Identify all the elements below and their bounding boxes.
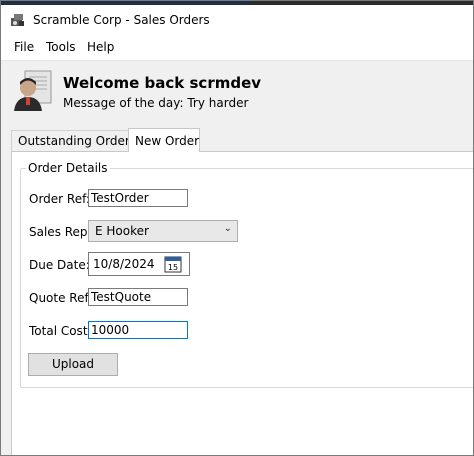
order-ref-input[interactable]: TestOrder bbox=[88, 189, 188, 207]
chevron-down-icon: ⌄ bbox=[223, 223, 232, 234]
app-window: Scramble Corp - Sales Orders File Tools … bbox=[0, 0, 474, 456]
menu-bar: File Tools Help bbox=[1, 35, 473, 61]
sales-rep-select[interactable]: E Hooker ⌄ bbox=[88, 220, 238, 242]
app-icon bbox=[11, 14, 24, 26]
quote-ref-label: Quote Ref: bbox=[29, 291, 93, 305]
quote-ref-input[interactable]: TestQuote bbox=[88, 288, 188, 306]
order-ref-label: Order Ref: bbox=[29, 192, 90, 206]
due-date-label: Due Date: bbox=[29, 258, 90, 272]
title-bar[interactable]: Scramble Corp - Sales Orders bbox=[1, 5, 473, 35]
total-cost-label: Total Cost: bbox=[29, 324, 92, 338]
tab-outstanding-orders[interactable]: Outstanding Orders bbox=[11, 130, 136, 151]
welcome-header: Welcome back scrmdev Message of the day:… bbox=[1, 61, 473, 127]
tab-new-order[interactable]: New Order bbox=[128, 128, 200, 152]
calendar-icon[interactable]: 15 bbox=[164, 255, 182, 273]
group-title: Order Details bbox=[26, 161, 110, 175]
svg-text:15: 15 bbox=[168, 263, 178, 272]
upload-button[interactable]: Upload bbox=[28, 353, 118, 376]
message-of-the-day: Message of the day: Try harder bbox=[63, 96, 249, 110]
welcome-text: Welcome back scrmdev bbox=[63, 74, 262, 92]
total-cost-input[interactable]: 10000 bbox=[88, 321, 188, 339]
menu-file[interactable]: File bbox=[12, 40, 36, 54]
user-avatar bbox=[14, 70, 52, 111]
sales-rep-label: Sales Rep: bbox=[29, 225, 92, 239]
due-date-picker[interactable]: 10/8/2024 15 bbox=[88, 252, 190, 276]
due-date-value: 10/8/2024 bbox=[93, 257, 155, 271]
menu-tools[interactable]: Tools bbox=[44, 40, 78, 54]
menu-help[interactable]: Help bbox=[85, 40, 116, 54]
sales-rep-value: E Hooker bbox=[95, 224, 149, 238]
window-title: Scramble Corp - Sales Orders bbox=[33, 13, 210, 27]
